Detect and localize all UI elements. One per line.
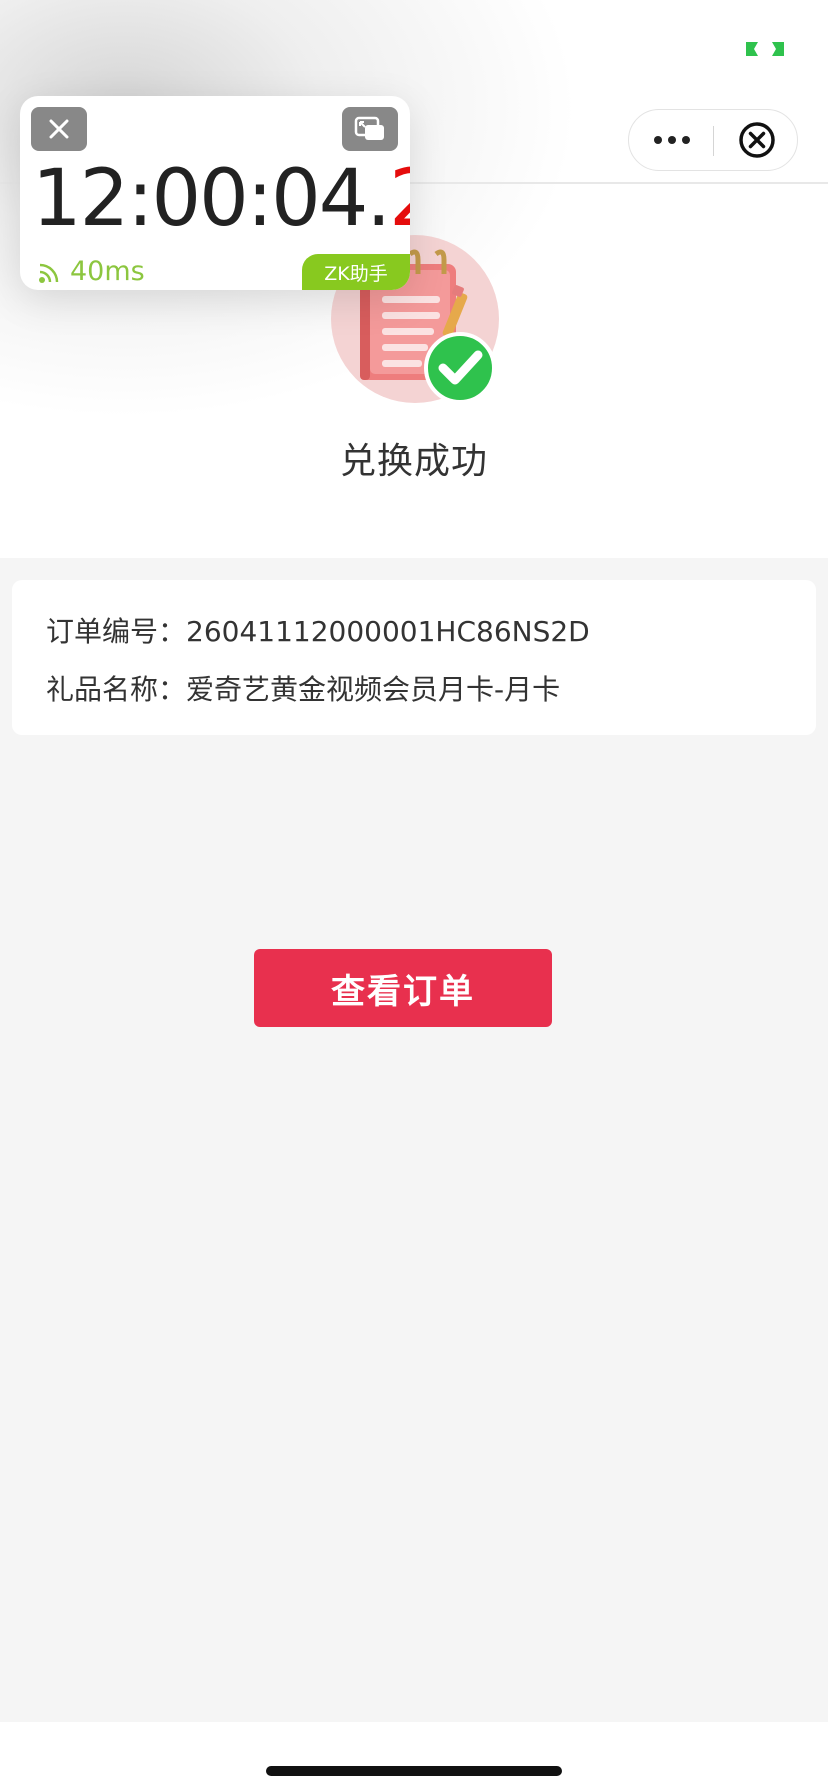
picture-in-picture-icon [354,116,384,140]
order-number-value: 26041112000001HC86NS2D [186,615,590,648]
floating-timer-widget[interactable]: 12:00:04.2 40ms ZK助手 [20,96,410,290]
more-dots-icon[interactable] [629,110,714,170]
latency-value: 40ms [70,256,145,287]
page-title: 兑换成功 [339,441,488,482]
home-indicator[interactable] [266,1766,562,1776]
latency-indicator: 40ms [38,256,145,287]
bottom-safe-area [0,1722,828,1792]
close-icon [49,119,69,139]
wechat-status-icon [746,42,784,56]
mini-program-capsule [628,109,798,171]
signal-icon [39,263,59,283]
order-number-label: 订单编号： [46,615,187,648]
timer-clock: 12:00:04.2 [32,154,410,244]
timer-pip-button[interactable] [342,107,398,151]
view-order-button[interactable]: 查看订单 [254,949,552,1027]
order-info-card: 订单编号：26041112000001HC86NS2D 礼品名称：爱奇艺黄金视频… [12,580,816,735]
gift-name-value: 爱奇艺黄金视频会员月卡-月卡 [186,673,561,706]
timer-time-main: 12:00:04. [32,154,391,244]
timer-time-tenth: 2 [389,154,410,244]
timer-close-button[interactable] [31,107,87,151]
assistant-badge: ZK助手 [302,254,410,290]
gift-name-label: 礼品名称： [46,673,187,706]
gift-name-row: 礼品名称：爱奇艺黄金视频会员月卡-月卡 [46,668,560,708]
order-number-row: 订单编号：26041112000001HC86NS2D [46,610,590,650]
circle-close-icon[interactable] [714,110,799,170]
